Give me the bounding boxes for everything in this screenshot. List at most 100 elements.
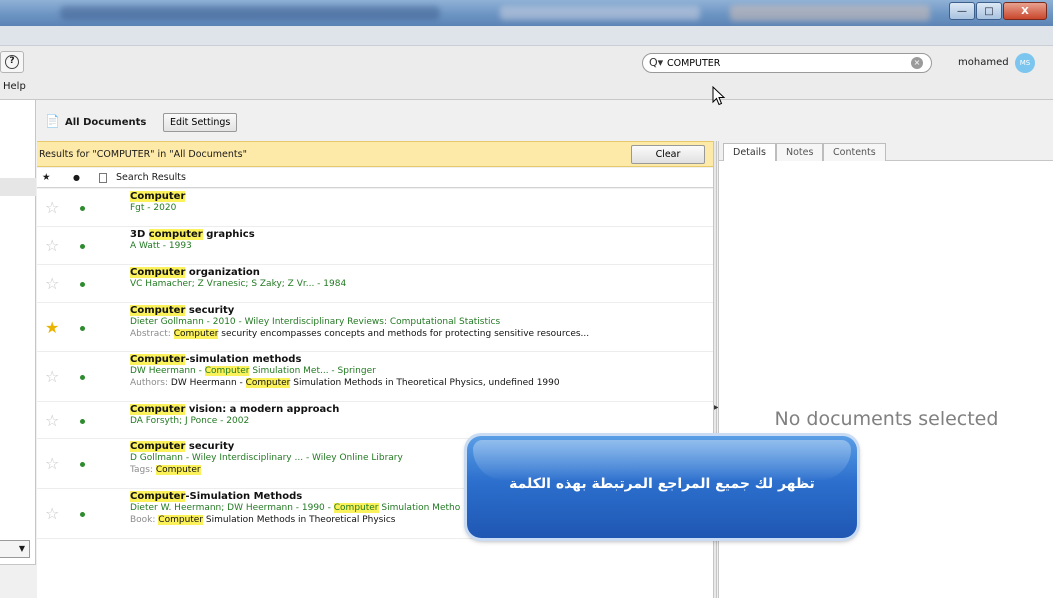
tab-contents[interactable]: Contents (823, 143, 886, 161)
search-term-highlight: Computer (173, 329, 219, 339)
search-term-highlight: Computer (245, 378, 291, 388)
snippet-label: Book: (130, 515, 159, 525)
favorite-star-icon[interactable]: ☆ (45, 367, 59, 386)
search-icon[interactable]: Q▾ (649, 56, 663, 69)
file-icon[interactable] (99, 173, 107, 183)
text-fragment: vision: a modern approach (185, 404, 340, 415)
text-fragment: Simulation Methods in Theoretical Physic… (290, 378, 560, 388)
document-title: Computer-simulation methods (130, 354, 301, 365)
read-status-dot[interactable] (80, 375, 85, 380)
avatar[interactable]: MS (1015, 53, 1035, 73)
read-status-dot[interactable] (80, 419, 85, 424)
titlebar-blurred-tab (730, 5, 930, 21)
clear-search-icon[interactable]: × (911, 57, 923, 69)
help-icon: ? (5, 55, 19, 69)
favorite-star-icon[interactable]: ★ (45, 318, 59, 337)
text-fragment: Dieter Gollmann - 2010 - Wiley Interdisc… (130, 317, 501, 327)
tab-details[interactable]: Details (723, 143, 776, 161)
favorite-column-header[interactable]: ★ (42, 172, 51, 183)
table-row[interactable]: ☆ 3D computer graphics A Watt - 1993 (37, 227, 713, 265)
title-strip (0, 26, 1053, 46)
read-status-dot[interactable] (80, 326, 85, 331)
favorite-star-icon[interactable]: ☆ (45, 236, 59, 255)
document-title: Computer vision: a modern approach (130, 404, 339, 415)
document-snippet: Book: Computer Simulation Methods in The… (130, 515, 396, 525)
read-status-dot[interactable] (80, 282, 85, 287)
read-status-dot[interactable] (80, 206, 85, 211)
text-fragment: D Gollmann - Wiley Interdisciplinary ...… (130, 453, 403, 463)
text-fragment: DW Heermann - (130, 366, 205, 376)
help-label[interactable]: Help (3, 81, 26, 92)
search-term-highlight: Computer (204, 366, 250, 376)
text-fragment: security (185, 441, 235, 452)
close-window-button[interactable]: X (1003, 2, 1047, 20)
search-term-highlight: Computer (130, 305, 186, 316)
title-column-header[interactable]: Search Results (116, 172, 186, 183)
snippet-label: Authors: (130, 378, 171, 388)
favorite-star-icon[interactable]: ☆ (45, 411, 59, 430)
document-title: Computer security (130, 305, 234, 316)
document-snippet: Authors: DW Heermann - Computer Simulati… (130, 378, 560, 388)
document-title: Computer (130, 191, 186, 202)
favorite-star-icon[interactable]: ☆ (45, 198, 59, 217)
sidebar-bottom-area (0, 564, 36, 598)
table-row[interactable]: ☆ Computer organization VC Hamacher; Z Vra… (37, 265, 713, 303)
document-meta: D Gollmann - Wiley Interdisciplinary ...… (130, 453, 403, 463)
read-status-dot[interactable] (80, 244, 85, 249)
text-fragment: Simulation Metho (378, 503, 461, 513)
search-term-highlight: Computer (130, 441, 186, 452)
table-row[interactable]: ★ Computer security Dieter Gollmann - 2010… (37, 303, 713, 352)
minimize-button[interactable]: — (949, 2, 975, 20)
document-title: 3D computer graphics (130, 229, 255, 240)
document-meta: Dieter W. Heermann; DW Heermann - 1990 -… (130, 503, 460, 513)
documents-title: All Documents (65, 117, 147, 128)
text-fragment: organization (185, 267, 260, 278)
document-meta: VC Hamacher; Z Vranesic; S Zaky; Z Vr...… (130, 279, 346, 289)
text-fragment: security encompasses concepts and method… (218, 329, 590, 339)
text-fragment: graphics (202, 229, 255, 240)
help-button[interactable]: ? (0, 51, 24, 73)
sidebar-dropdown[interactable]: ▼ (0, 540, 30, 558)
details-tabs: Details Notes Contents (719, 141, 1053, 161)
read-status-dot[interactable] (80, 462, 85, 467)
collections-sidebar (0, 100, 36, 598)
documents-header: 📄 All Documents Edit Settings (37, 100, 1053, 140)
text-fragment: -simulation methods (185, 354, 302, 365)
table-row[interactable]: ☆ Computer-simulation methods DW Heermann … (37, 352, 713, 402)
empty-state-message: No documents selected (774, 408, 999, 430)
maximize-button[interactable]: □ (976, 2, 1002, 20)
text-fragment: DA Forsyth; J Ponce - 2002 (130, 416, 250, 426)
document-meta: DW Heermann - Computer Simulation Met...… (130, 366, 376, 376)
tab-notes[interactable]: Notes (776, 143, 824, 161)
clear-search-button[interactable]: Clear (631, 145, 705, 164)
search-term-highlight: Computer (130, 404, 186, 415)
favorite-star-icon[interactable]: ☆ (45, 454, 59, 473)
edit-settings-button[interactable]: Edit Settings (163, 113, 238, 132)
text-fragment: Dieter W. Heermann; DW Heermann - 1990 - (130, 503, 334, 513)
chevron-down-icon: ▼ (18, 544, 25, 553)
document-meta: A Watt - 1993 (130, 241, 192, 251)
search-input[interactable] (667, 56, 897, 70)
table-row[interactable]: ☆ Computer Fgt - 2020 (37, 189, 713, 227)
text-fragment: Simulation Methods in Theoretical Physic… (203, 515, 396, 525)
search-box[interactable]: Q▾ × (642, 53, 932, 73)
window-controls: — □ X (949, 2, 1047, 20)
callout-text: تظهر لك جميع المراجع المرتبطة بهذه الكلم… (509, 476, 815, 492)
window-titlebar: — □ X (0, 0, 1053, 26)
read-status-dot[interactable] (80, 512, 85, 517)
table-row[interactable]: ☆ Computer vision: a modern approach DA Fo… (37, 402, 713, 439)
user-name[interactable]: mohamed (958, 57, 1009, 68)
sidebar-selected-item[interactable] (0, 178, 36, 196)
titlebar-blurred-tab (60, 6, 440, 20)
annotation-callout: تظهر لك جميع المراجع المرتبطة بهذه الكلم… (467, 436, 857, 538)
results-summary: Results for "COMPUTER" in "All Documents… (39, 149, 247, 160)
mouse-cursor-icon (712, 86, 726, 106)
favorite-star-icon[interactable]: ☆ (45, 274, 59, 293)
search-term-highlight: Computer (130, 267, 186, 278)
document-title: Computer organization (130, 267, 260, 278)
text-fragment: A Watt - 1993 (130, 241, 192, 251)
results-column-header: ★ ● Search Results (37, 168, 713, 188)
read-status-column-header[interactable]: ● (73, 173, 80, 182)
document-meta: Fgt - 2020 (130, 203, 176, 213)
favorite-star-icon[interactable]: ☆ (45, 504, 59, 523)
